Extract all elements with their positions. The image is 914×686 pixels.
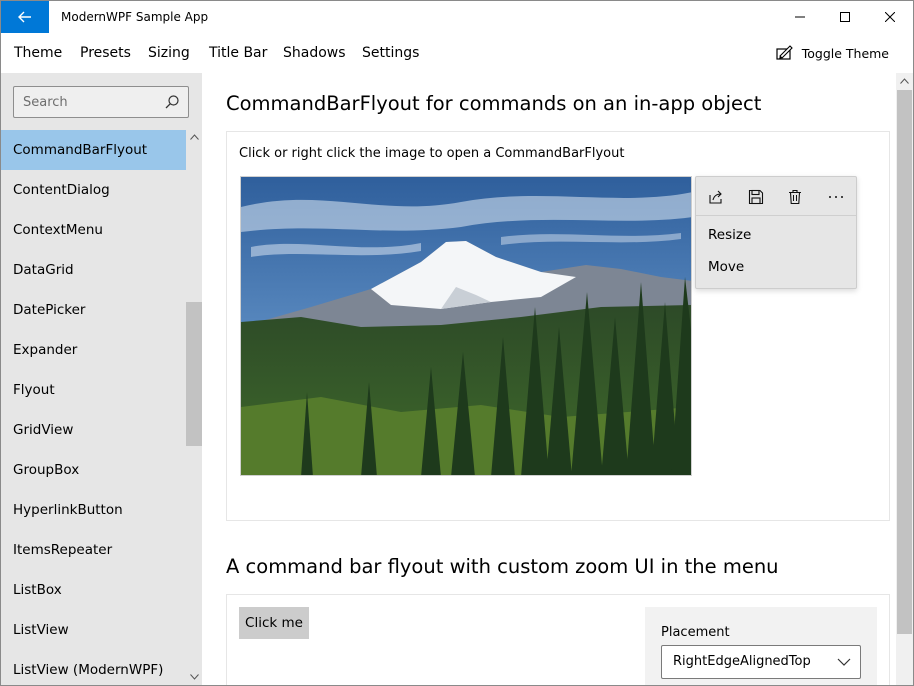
more-icon bbox=[829, 196, 843, 198]
menu-theme[interactable]: Theme bbox=[14, 33, 62, 73]
minimize-icon bbox=[795, 16, 805, 18]
sidebar-item-listview[interactable]: ListView bbox=[1, 610, 186, 650]
sidebar-item-listview-modernwpf[interactable]: ListView (ModernWPF) bbox=[1, 650, 186, 685]
sidebar-item-gridview[interactable]: GridView bbox=[1, 410, 186, 450]
placement-combobox[interactable]: RightEdgeAlignedTop bbox=[661, 645, 861, 679]
sidebar-item-listbox[interactable]: ListBox bbox=[1, 570, 186, 610]
sidebar-item-contextmenu[interactable]: ContextMenu bbox=[1, 210, 186, 250]
save-icon bbox=[748, 189, 764, 205]
mountain-photo bbox=[241, 177, 691, 475]
section-title-zoom-ui: A command bar flyout with custom zoom UI… bbox=[226, 555, 779, 578]
maximize-icon bbox=[840, 12, 850, 22]
main-scroll-thumb[interactable] bbox=[897, 90, 912, 634]
nav-list: CommandBarFlyout ContentDialog ContextMe… bbox=[1, 130, 186, 685]
search-icon[interactable] bbox=[164, 94, 180, 110]
sidebar-item-contentdialog[interactable]: ContentDialog bbox=[1, 170, 186, 210]
close-icon bbox=[885, 12, 895, 22]
example-caption: Click or right click the image to open a… bbox=[239, 146, 625, 161]
chevron-up-icon bbox=[189, 134, 199, 140]
delete-button[interactable] bbox=[783, 185, 807, 209]
maximize-button[interactable] bbox=[822, 1, 868, 33]
save-button[interactable] bbox=[744, 185, 768, 209]
menu-title-bar[interactable]: Title Bar bbox=[209, 33, 267, 73]
sidebar: CommandBarFlyout ContentDialog ContextMe… bbox=[1, 73, 202, 685]
sidebar-item-hyperlinkbutton[interactable]: HyperlinkButton bbox=[1, 490, 186, 530]
share-icon bbox=[709, 190, 722, 204]
minimize-button[interactable] bbox=[777, 1, 823, 33]
example-card-1: Click or right click the image to open a… bbox=[226, 131, 890, 521]
chevron-down-icon bbox=[189, 674, 199, 680]
title-bar: ModernWPF Sample App bbox=[1, 1, 913, 33]
app-window: ModernWPF Sample App Theme Presets Sizin… bbox=[0, 0, 914, 686]
example-card-2: Click me Placement RightEdgeAlignedTop bbox=[226, 594, 890, 685]
sidebar-scroll-up-button[interactable] bbox=[187, 130, 201, 144]
menu-presets[interactable]: Presets bbox=[80, 33, 131, 73]
placement-label: Placement bbox=[661, 625, 730, 640]
share-button[interactable] bbox=[704, 185, 728, 209]
flyout-item-move[interactable]: Move bbox=[708, 259, 744, 275]
mountain-image[interactable] bbox=[240, 176, 692, 476]
section-title-commandbarflyout: CommandBarFlyout for commands on an in-a… bbox=[226, 92, 762, 115]
command-bar-flyout: Resize Move bbox=[695, 176, 857, 289]
click-me-button[interactable]: Click me bbox=[239, 607, 309, 639]
sidebar-scroll-thumb[interactable] bbox=[186, 302, 202, 446]
search-input[interactable] bbox=[23, 87, 163, 117]
options-panel: Placement RightEdgeAlignedTop bbox=[645, 607, 877, 685]
flyout-primary-commands bbox=[696, 177, 856, 216]
sidebar-item-datagrid[interactable]: DataGrid bbox=[1, 250, 186, 290]
toggle-theme-label: Toggle Theme bbox=[801, 45, 889, 61]
placement-selected-value: RightEdgeAlignedTop bbox=[673, 654, 811, 669]
sidebar-item-flyout[interactable]: Flyout bbox=[1, 370, 186, 410]
sidebar-item-commandbarflyout[interactable]: CommandBarFlyout bbox=[1, 130, 186, 170]
main-content: CommandBarFlyout for commands on an in-a… bbox=[202, 73, 896, 685]
main-scrollbar[interactable] bbox=[896, 73, 913, 685]
sidebar-item-datepicker[interactable]: DatePicker bbox=[1, 290, 186, 330]
toggle-theme-button[interactable]: Toggle Theme bbox=[776, 33, 889, 73]
delete-icon bbox=[789, 189, 801, 205]
flyout-item-resize[interactable]: Resize bbox=[708, 227, 751, 243]
app-title: ModernWPF Sample App bbox=[61, 10, 209, 24]
main-scroll-up-button[interactable] bbox=[896, 75, 913, 87]
menu-bar: Theme Presets Sizing Title Bar Shadows S… bbox=[1, 33, 913, 73]
more-button[interactable] bbox=[824, 185, 848, 209]
menu-sizing[interactable]: Sizing bbox=[148, 33, 190, 73]
back-button[interactable] bbox=[1, 1, 49, 33]
close-button[interactable] bbox=[867, 1, 913, 33]
search-box[interactable] bbox=[13, 86, 189, 118]
back-arrow-icon bbox=[18, 11, 31, 23]
chevron-up-icon bbox=[900, 78, 909, 84]
sidebar-scroll-down-button[interactable] bbox=[187, 670, 201, 684]
sidebar-item-groupbox[interactable]: GroupBox bbox=[1, 450, 186, 490]
menu-shadows[interactable]: Shadows bbox=[283, 33, 346, 73]
sidebar-item-expander[interactable]: Expander bbox=[1, 330, 186, 370]
sidebar-item-itemsrepeater[interactable]: ItemsRepeater bbox=[1, 530, 186, 570]
theme-brush-icon bbox=[776, 45, 793, 60]
chevron-down-icon bbox=[837, 658, 851, 666]
menu-settings[interactable]: Settings bbox=[362, 33, 419, 73]
